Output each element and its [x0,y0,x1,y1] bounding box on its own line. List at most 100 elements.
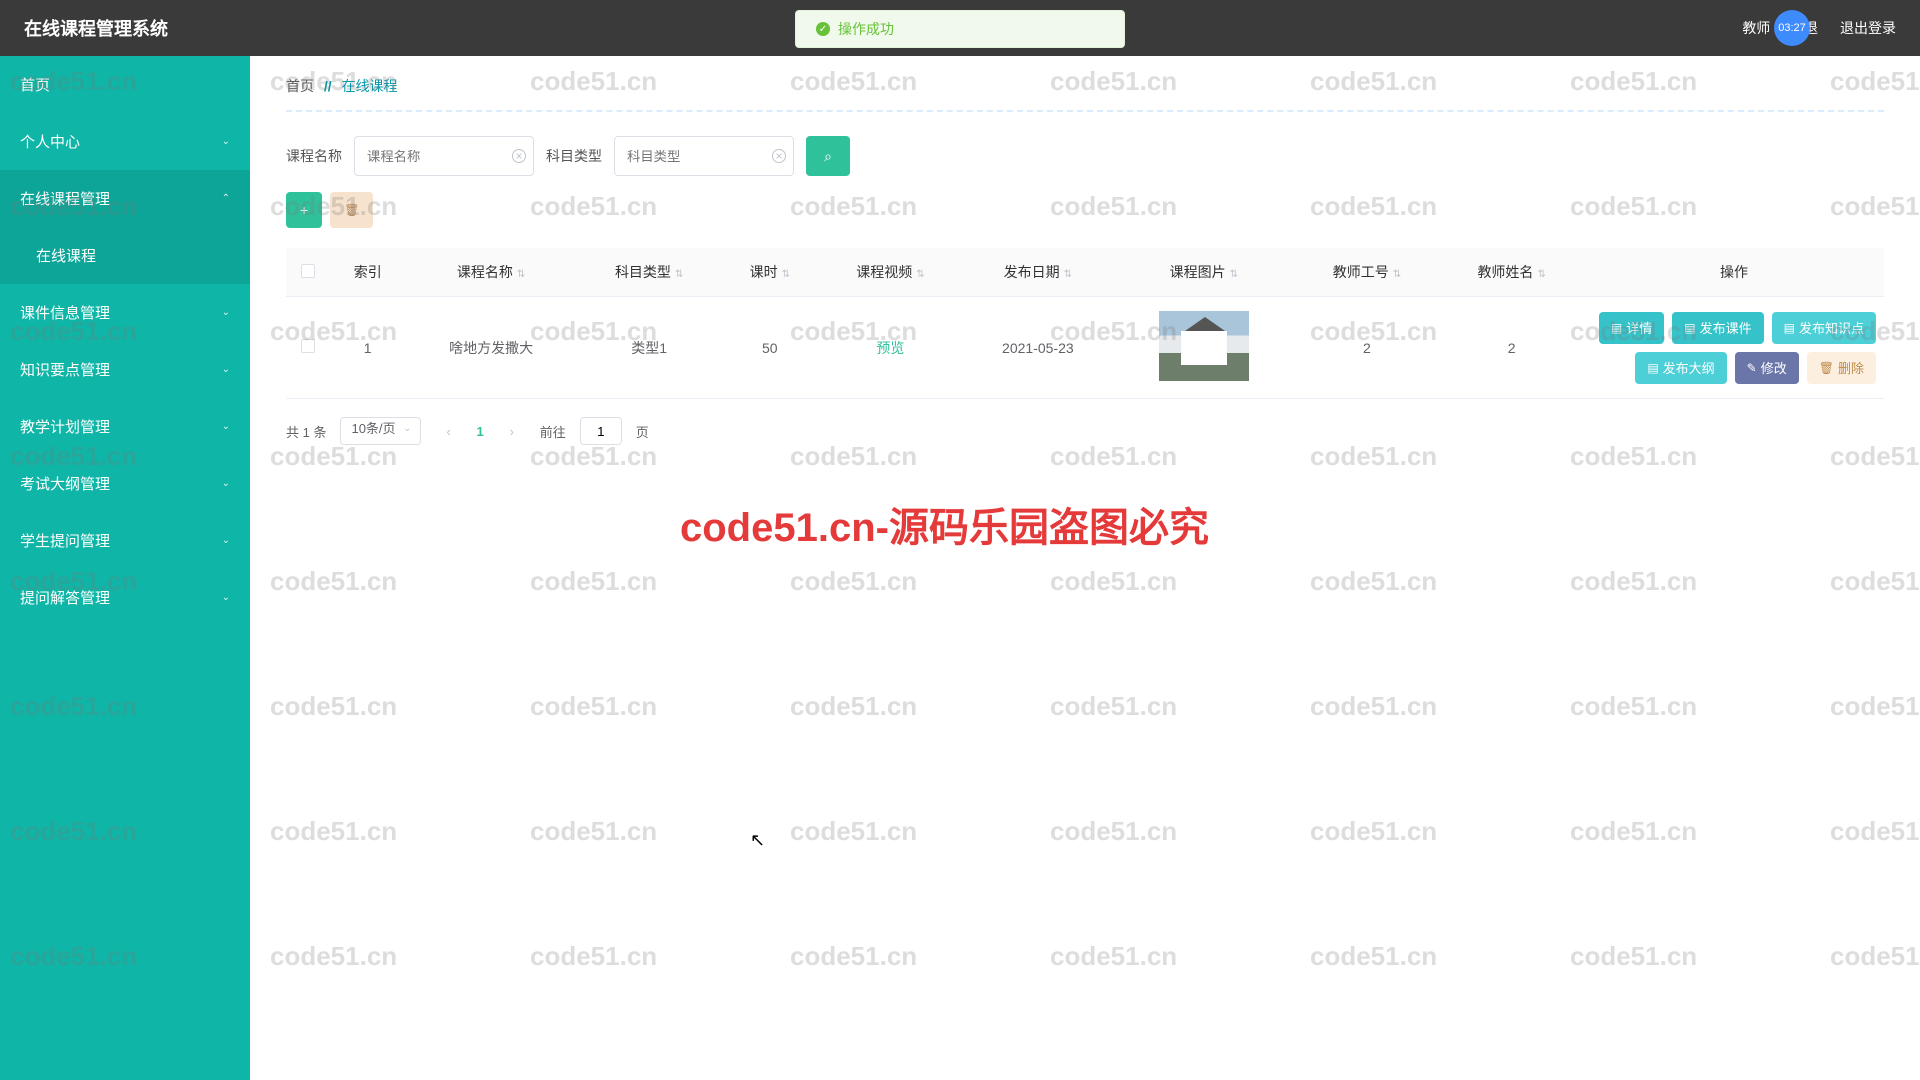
chevron-down-icon: ⌄ [403,423,411,434]
main-content: 首页 // 在线课程 课程名称 × 科目类型 × ⌕ + 🗑 [250,56,1920,1080]
sidebar-item-label: 个人中心 [20,131,80,152]
next-page-button[interactable]: › [498,417,526,445]
edit-icon: ✎ [1747,361,1757,375]
sort-icon: ⇅ [1230,269,1238,280]
sort-icon: ⇅ [916,269,924,280]
filter-name-input[interactable] [354,136,534,176]
sidebar-item-label: 提问解答管理 [20,587,110,608]
filter-type-label: 科目类型 [546,146,602,166]
table-row: 1 啥地方发撒大 类型1 50 预览 2021-05-23 2 2 ▤详情 ▤发… [286,297,1884,399]
chevron-down-icon: ⌄ [222,535,230,546]
course-thumbnail[interactable] [1159,311,1249,381]
page-size-select[interactable]: 10条/页 ⌄ [340,417,420,445]
sidebar-item-exam-outline[interactable]: 考试大纲管理 ⌄ [0,455,250,512]
filter-bar: 课程名称 × 科目类型 × ⌕ [286,112,1884,192]
success-icon: ✓ [816,22,830,36]
doc-icon: ▤ [1611,321,1622,335]
bulk-actions: + 🗑 [286,192,1884,228]
col-name[interactable]: 课程名称⇅ [405,248,576,297]
sort-icon: ⇅ [517,269,525,280]
publish-courseware-button[interactable]: ▤发布课件 [1672,312,1763,344]
add-button[interactable]: + [286,192,322,228]
sidebar-item-label: 课件信息管理 [20,302,110,323]
sidebar-item-label: 在线课程管理 [20,188,110,209]
filter-name-label: 课程名称 [286,146,342,166]
filter-name-select[interactable]: × [354,136,534,176]
video-preview-link[interactable]: 预览 [876,340,904,356]
sidebar-item-online-course[interactable]: 在线课程 [0,227,250,284]
sidebar-item-label: 学生提问管理 [20,530,110,551]
row-ops: ▤详情 ▤发布课件 ▤发布知识点 ▤发布大纲 ✎修改 🗑删除 [1592,312,1876,384]
cell-type: 类型1 [577,297,722,399]
breadcrumb-current: 在线课程 [342,78,398,94]
col-tid[interactable]: 教师工号⇅ [1295,248,1440,297]
sidebar-item-personal[interactable]: 个人中心 ⌄ [0,113,250,170]
col-date[interactable]: 发布日期⇅ [963,248,1113,297]
app-title: 在线课程管理系统 [24,15,168,41]
doc-icon: ▤ [1784,321,1795,335]
col-hours[interactable]: 课时⇅ [721,248,818,297]
trash-icon: 🗑 [344,203,359,217]
prev-page-button[interactable]: ‹ [435,417,463,445]
sidebar-item-teaching-plan[interactable]: 教学计划管理 ⌄ [0,398,250,455]
sort-icon: ⇅ [782,269,790,280]
publish-knowledge-button[interactable]: ▤发布知识点 [1772,312,1876,344]
trash-icon: 🗑 [1819,361,1834,375]
edit-button[interactable]: ✎修改 [1735,352,1799,384]
sort-icon: ⇅ [1537,269,1545,280]
sidebar-item-student-question[interactable]: 学生提问管理 ⌄ [0,512,250,569]
sort-icon: ⇅ [675,269,683,280]
search-icon: ⌕ [824,148,832,165]
col-video[interactable]: 课程视频⇅ [818,248,963,297]
sidebar-item-question-answer[interactable]: 提问解答管理 ⌄ [0,569,250,626]
row-checkbox[interactable] [301,339,315,353]
col-image[interactable]: 课程图片⇅ [1113,248,1295,297]
goto-page-input[interactable] [580,417,622,445]
toast-text: 操作成功 [838,19,894,39]
topbar-right: 教师 2 退 退出登录 [1742,18,1896,38]
detail-button[interactable]: ▤详情 [1599,312,1664,344]
plus-icon: + [300,202,308,218]
delete-button[interactable]: 🗑删除 [1807,352,1876,384]
sidebar-item-home[interactable]: 首页 [0,56,250,113]
sidebar-item-course-mgmt[interactable]: 在线课程管理 ⌃ [0,170,250,227]
breadcrumb-sep: // [324,78,332,94]
bulk-delete-button[interactable]: 🗑 [330,192,373,228]
breadcrumb-home[interactable]: 首页 [286,78,314,94]
col-index[interactable]: 索引 [330,248,405,297]
sidebar-item-label: 考试大纲管理 [20,473,110,494]
col-type[interactable]: 科目类型⇅ [577,248,722,297]
time-badge: 03:27 [1774,10,1810,46]
select-all-checkbox[interactable] [301,264,315,278]
clear-icon[interactable]: × [772,149,786,163]
chevron-down-icon: ⌄ [222,592,230,603]
search-button[interactable]: ⌕ [806,136,850,176]
publish-outline-button[interactable]: ▤发布大纲 [1635,352,1726,384]
col-ops: 操作 [1584,248,1884,297]
chevron-down-icon: ⌄ [222,421,230,432]
chevron-down-icon: ⌄ [222,136,230,147]
cell-hours: 50 [721,297,818,399]
sidebar-item-courseware[interactable]: 课件信息管理 ⌄ [0,284,250,341]
page-number[interactable]: 1 [477,424,484,439]
col-tname[interactable]: 教师姓名⇅ [1439,248,1584,297]
pagination: 共 1 条 10条/页 ⌄ ‹ 1 › 前往 页 [286,399,1884,463]
sidebar-item-label: 在线课程 [36,245,96,266]
goto-suffix: 页 [636,422,649,441]
sort-icon: ⇅ [1064,269,1072,280]
sort-icon: ⇅ [1393,269,1401,280]
doc-icon: ▤ [1647,361,1658,375]
sidebar-item-knowledge[interactable]: 知识要点管理 ⌄ [0,341,250,398]
sidebar-item-label: 知识要点管理 [20,359,110,380]
goto-label: 前往 [540,422,566,441]
logout-link[interactable]: 退出登录 [1840,18,1896,38]
filter-type-select[interactable]: × [614,136,794,176]
breadcrumb: 首页 // 在线课程 [286,56,1884,112]
cell-index: 1 [330,297,405,399]
filter-type-input[interactable] [614,136,794,176]
chevron-up-icon: ⌃ [222,193,230,204]
clear-icon[interactable]: × [512,149,526,163]
table-header-row: 索引 课程名称⇅ 科目类型⇅ 课时⇅ 课程视频⇅ 发布日期⇅ 课程图片⇅ 教师工… [286,248,1884,297]
course-table: 索引 课程名称⇅ 科目类型⇅ 课时⇅ 课程视频⇅ 发布日期⇅ 课程图片⇅ 教师工… [286,248,1884,399]
sidebar-item-label: 首页 [20,74,50,95]
